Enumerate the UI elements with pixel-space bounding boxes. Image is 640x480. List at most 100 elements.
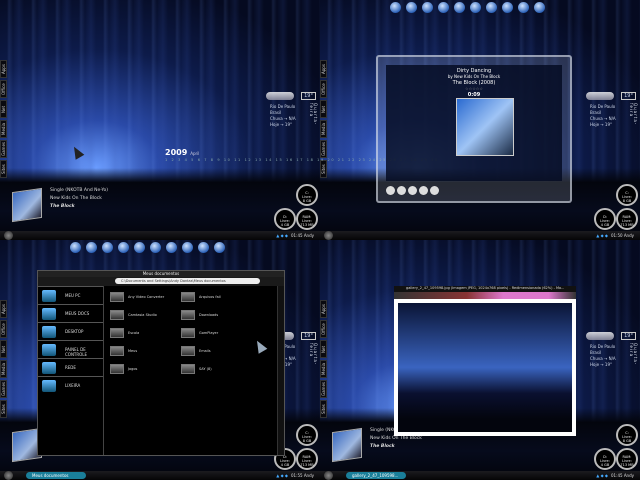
- place-painel-de-controle[interactable]: PAINEL DE CONTROLE: [38, 340, 103, 358]
- sidebar-tab-apps[interactable]: Apps: [0, 60, 7, 78]
- sidebar-tab-media[interactable]: Media: [0, 120, 7, 138]
- folder-item[interactable]: Camtasia Studio: [110, 310, 157, 322]
- taskbar-button-viewer[interactable]: gallery_2_47_109598...: [346, 472, 406, 479]
- play-button[interactable]: [408, 186, 417, 195]
- desktop-top-left: Apps Office Net Media Games Sites 19° Rio De Pa…: [0, 0, 320, 240]
- explorer-window: Meus documentos C:\Documents and Setting…: [37, 270, 285, 456]
- dock-icon[interactable]: [438, 2, 449, 13]
- start-button[interactable]: [4, 231, 13, 240]
- start-button[interactable]: [324, 231, 333, 240]
- calendar-widget: 2009 April: [165, 148, 199, 157]
- sidebar-tab-apps[interactable]: Apps: [0, 300, 7, 318]
- dock-icon[interactable]: [534, 2, 545, 13]
- sidebar-tab-sites[interactable]: Sites: [320, 400, 327, 418]
- clock: 01:50 Andy: [611, 233, 634, 238]
- previous-button[interactable]: [397, 186, 406, 195]
- place-lixeira[interactable]: LIXEIRA: [38, 376, 103, 394]
- folder-item[interactable]: Downloads: [181, 310, 218, 322]
- folder-icon: [110, 292, 124, 302]
- dock-icon[interactable]: [518, 2, 529, 13]
- sidebar-tab-net[interactable]: Net: [320, 100, 327, 118]
- browser-toolbar[interactable]: [394, 292, 576, 299]
- taskbar-button-explorer[interactable]: Meus documentos: [26, 472, 86, 479]
- place-rede[interactable]: REDE: [38, 358, 103, 376]
- sidebar-tab-office[interactable]: Office: [0, 320, 7, 338]
- sidebar-tab-office[interactable]: Office: [320, 80, 327, 98]
- dock-icon[interactable]: [454, 2, 465, 13]
- calendar-year: 2009: [165, 148, 188, 157]
- sidebar-tab-sites[interactable]: Sites: [0, 400, 7, 418]
- dock-icon[interactable]: [166, 242, 177, 253]
- media-player[interactable]: Dirty Dancing by New Kids On The Block T…: [376, 55, 572, 203]
- dock-icon[interactable]: [486, 2, 497, 13]
- sidebar-tab-apps[interactable]: Apps: [320, 300, 327, 318]
- dock-icon[interactable]: [150, 242, 161, 253]
- sidebar-tab-media[interactable]: Media: [320, 120, 327, 138]
- sidebar-tab-apps[interactable]: Apps: [320, 60, 327, 78]
- sidebar-tab-media[interactable]: Media: [320, 360, 327, 378]
- weather-weekday: Quarta-feira: [629, 343, 638, 366]
- sidebar-tab-net[interactable]: Net: [320, 340, 327, 358]
- dock-icon[interactable]: [134, 242, 145, 253]
- folder-item[interactable]: Any Video Converter: [110, 292, 164, 304]
- folder-name: Downloads: [199, 313, 219, 317]
- address-bar[interactable]: C:\Documents and Settings\Andy Dantas\Me…: [115, 278, 260, 284]
- sidebar-tabs: Apps Office Net Media Games Sites: [0, 60, 10, 180]
- weather-widget: 19° Rio De PauloBrasilChuva → N/AHoje → 1…: [586, 332, 638, 374]
- dock-icon[interactable]: [214, 242, 225, 253]
- drive-value: 4 GB: [280, 463, 290, 467]
- dock-icon[interactable]: [70, 242, 81, 253]
- stop-button[interactable]: [386, 186, 395, 195]
- volume-button[interactable]: [430, 186, 439, 195]
- folder-name: GomPlayer: [199, 331, 219, 335]
- now-playing-line2: New Kids On The Block: [370, 436, 422, 441]
- place-icon: [42, 362, 56, 374]
- system-tray[interactable]: ▲ ◆ ◆: [596, 233, 608, 238]
- sidebar-tab-games[interactable]: Games: [0, 380, 7, 398]
- place-desktop[interactable]: DESKTOP: [38, 322, 103, 340]
- dock-icon[interactable]: [102, 242, 113, 253]
- drive-value: 4 GB: [600, 223, 610, 227]
- folder-item[interactable]: Emails: [181, 346, 211, 358]
- folder-item[interactable]: Meus: [110, 346, 137, 358]
- dock-icon[interactable]: [470, 2, 481, 13]
- folder-item[interactable]: Escola: [110, 328, 139, 340]
- folder-item[interactable]: GomPlayer: [181, 328, 218, 340]
- sidebar-tab-office[interactable]: Office: [320, 320, 327, 338]
- sidebar-tab-media[interactable]: Media: [0, 360, 7, 378]
- start-button[interactable]: [324, 471, 333, 480]
- dock-icon[interactable]: [502, 2, 513, 13]
- sidebar-tab-games[interactable]: Games: [320, 140, 327, 158]
- dock-icon[interactable]: [390, 2, 401, 13]
- sidebar-tab-games[interactable]: Games: [0, 140, 7, 158]
- dock-icon[interactable]: [182, 242, 193, 253]
- system-tray[interactable]: ▲ ◆ ◆: [276, 233, 288, 238]
- sidebar-tab-office[interactable]: Office: [0, 80, 7, 98]
- start-button[interactable]: [4, 471, 13, 480]
- sidebar-tab-games[interactable]: Games: [320, 380, 327, 398]
- folder-item[interactable]: SAY (8): [181, 364, 212, 376]
- dock-icon[interactable]: [198, 242, 209, 253]
- folder-item[interactable]: Jogos: [110, 364, 137, 376]
- sidebar-tab-net[interactable]: Net: [0, 100, 7, 118]
- folder-item[interactable]: Arquivos fail: [181, 292, 221, 304]
- clock: 01:55 Andy: [291, 473, 314, 478]
- next-button[interactable]: [419, 186, 428, 195]
- scrollbar[interactable]: [277, 286, 284, 455]
- place-label: MEUS DOCS: [65, 311, 90, 316]
- drive-value: 713 MB: [620, 223, 634, 227]
- place-meu-pc[interactable]: MEU PC: [38, 286, 103, 304]
- system-tray[interactable]: ▲ ◆ ◆: [596, 473, 608, 478]
- dock-icon[interactable]: [118, 242, 129, 253]
- dock-icon[interactable]: [422, 2, 433, 13]
- sidebar-tab-sites[interactable]: Sites: [0, 160, 7, 178]
- system-tray[interactable]: ▲ ◆ ◆: [276, 473, 288, 478]
- dock-icon[interactable]: [86, 242, 97, 253]
- place-meus-docs[interactable]: MEUS DOCS: [38, 304, 103, 322]
- sidebar-tab-net[interactable]: Net: [0, 340, 7, 358]
- sidebar-tab-sites[interactable]: Sites: [320, 160, 327, 178]
- place-label: REDE: [65, 365, 76, 370]
- drive-gauge-2: RAM: Livre: 713 MB: [616, 448, 638, 470]
- dock-icon[interactable]: [406, 2, 417, 13]
- now-playing-line1: Single (NKOTB And Ne-Yo): [50, 188, 109, 193]
